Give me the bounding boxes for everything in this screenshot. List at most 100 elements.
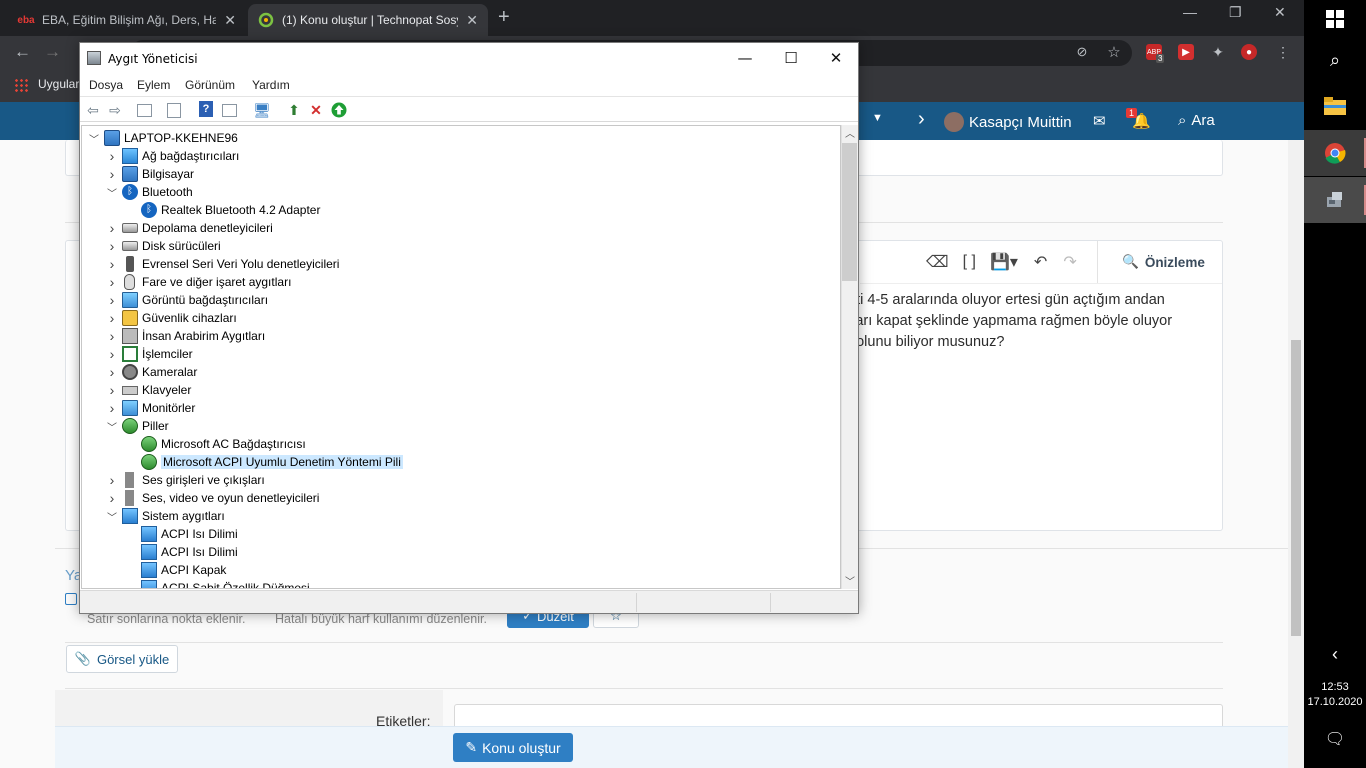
video-extension-icon[interactable]: ▶ — [1178, 44, 1194, 60]
close-browser-icon[interactable]: ✕ — [1274, 4, 1286, 21]
option-checkbox[interactable] — [65, 593, 77, 605]
tree-category[interactable]: › Ses girişleri ve çıkışları — [106, 471, 265, 489]
uninstall-device-icon[interactable]: ✕ — [307, 101, 325, 119]
chevron-right-icon[interactable]: › — [106, 346, 118, 362]
device-manager-icon[interactable] — [1321, 186, 1349, 214]
dropdown-arrow-icon[interactable]: ▼ — [872, 112, 883, 124]
chevron-right-icon[interactable]: › — [106, 238, 118, 254]
close-tab-icon[interactable]: ✕ — [466, 12, 478, 29]
browser-tab-eba[interactable]: eba EBA, Eğitim Bilişim Ağı, Ders, Hab ✕ — [8, 4, 246, 36]
tree-device[interactable]: ACPI Sabit Özellik Düğmesi — [125, 579, 310, 588]
tree-category[interactable]: › İnsan Arabirim Aygıtları — [106, 327, 265, 345]
chevron-right-icon[interactable]: › — [106, 400, 118, 416]
menu-file[interactable]: Dosya — [89, 78, 123, 92]
post-text[interactable]: aati 4-5 aralarında oluyor ertesi gün aç… — [840, 290, 1220, 353]
page-scrollbar-thumb[interactable] — [1291, 340, 1301, 636]
bbcode-brackets-icon[interactable]: [ ] — [963, 253, 976, 271]
update-driver-icon[interactable]: ⬆ — [285, 101, 303, 119]
redo-icon[interactable]: ↷ — [1063, 252, 1076, 272]
upload-image-button[interactable]: 📎 Görsel yükle — [66, 645, 178, 673]
eraser-icon[interactable]: ⌫ — [926, 252, 949, 272]
back-icon[interactable]: ← — [14, 42, 31, 62]
tree-category[interactable]: ﹀ ᛒ Bluetooth — [106, 183, 193, 201]
tree-device[interactable]: ᛒ Realtek Bluetooth 4.2 Adapter — [125, 201, 320, 219]
close-tab-icon[interactable]: ✕ — [224, 12, 236, 29]
save-draft-icon[interactable]: 💾▾ — [990, 252, 1018, 272]
nav-next-icon[interactable]: › — [918, 108, 925, 131]
search-icon[interactable]: ⌕ — [1321, 46, 1349, 74]
bookmark-star-icon[interactable]: ☆ — [1106, 44, 1122, 61]
tree-root[interactable]: ﹀ LAPTOP-KKEHNE96 — [88, 129, 238, 147]
browser-tab-technopat[interactable]: (1) Konu oluştur | Technopat Sosy ✕ — [248, 4, 488, 36]
site-search[interactable]: ⌕ Ara — [1178, 112, 1215, 129]
chevron-down-icon[interactable]: ﹀ — [88, 131, 100, 146]
tree-device[interactable]: Microsoft AC Bağdaştırıcısı — [125, 435, 306, 453]
menu-action[interactable]: Eylem — [137, 78, 170, 92]
device-manager-titlebar[interactable]: Aygıt Yöneticisi — ☐ ✕ — [80, 43, 858, 74]
tree-device[interactable]: ACPI Isı Dilimi — [125, 543, 238, 561]
enable-device-icon[interactable] — [330, 101, 348, 119]
chevron-right-icon[interactable]: › — [106, 382, 118, 398]
chevron-down-icon[interactable]: ﹀ — [106, 509, 118, 524]
tree-category[interactable]: › Ağ bağdaştırıcıları — [106, 147, 239, 165]
chevron-right-icon[interactable]: › — [106, 256, 118, 272]
new-tab-icon[interactable]: + — [498, 6, 510, 29]
properties-icon[interactable] — [167, 103, 181, 118]
tree-category[interactable]: › Kameralar — [106, 363, 197, 381]
show-hide-tree-icon[interactable] — [137, 104, 152, 117]
chevron-right-icon[interactable]: › — [106, 490, 118, 506]
tree-category[interactable]: › Disk sürücüleri — [106, 237, 221, 255]
tree-device[interactable]: ACPI Isı Dilimi — [125, 525, 238, 543]
mail-icon[interactable]: ✉ — [1093, 112, 1106, 130]
menu-help[interactable]: Yardım — [252, 78, 290, 92]
chevron-right-icon[interactable]: › — [106, 328, 118, 344]
tree-category[interactable]: › Depolama denetleyicileri — [106, 219, 273, 237]
scroll-up-icon[interactable]: ︿ — [845, 125, 855, 140]
chevron-down-icon[interactable]: ﹀ — [106, 419, 118, 434]
tree-category[interactable]: › İşlemciler — [106, 345, 193, 363]
apps-grid-icon[interactable] — [14, 78, 28, 92]
chevron-right-icon[interactable]: › — [106, 274, 118, 290]
device-tree[interactable]: ﹀ LAPTOP-KKEHNE96 › Ağ bağdaştırıcıları › B… — [81, 125, 841, 589]
preview-toggle[interactable]: 🔍 Önizleme — [1122, 254, 1205, 270]
chrome-icon[interactable] — [1321, 139, 1349, 167]
tree-category[interactable]: › Monitörler — [106, 399, 195, 417]
chevron-right-icon[interactable]: › — [106, 310, 118, 326]
show-hidden-icons-chevron-icon[interactable]: ‹ — [1321, 640, 1349, 668]
tree-category[interactable]: › Klavyeler — [106, 381, 192, 399]
forward-icon[interactable]: → — [44, 42, 61, 62]
close-icon[interactable]: ✕ — [813, 49, 859, 67]
restore-browser-icon[interactable]: ❐ — [1229, 4, 1242, 21]
chevron-right-icon[interactable]: › — [106, 472, 118, 488]
tree-category[interactable]: › Ses, video ve oyun denetleyicileri — [106, 489, 319, 507]
browser-menu-icon[interactable]: ⋮ — [1275, 44, 1291, 60]
help-icon[interactable]: ? — [199, 101, 213, 117]
extensions-puzzle-icon[interactable]: ✦ — [1210, 44, 1226, 60]
create-topic-button[interactable]: ✎ Konu oluştur — [453, 733, 573, 762]
file-explorer-icon[interactable] — [1321, 92, 1349, 120]
chevron-right-icon[interactable]: › — [106, 166, 118, 182]
windows-start-icon[interactable] — [1321, 5, 1349, 33]
chevron-right-icon[interactable]: › — [106, 220, 118, 236]
menu-view[interactable]: Görünüm — [185, 78, 235, 92]
minimize-browser-icon[interactable]: — — [1183, 4, 1197, 20]
tree-category[interactable]: › Güvenlik cihazları — [106, 309, 237, 327]
tree-device[interactable]: ACPI Kapak — [125, 561, 226, 579]
tree-device[interactable]: Microsoft ACPI Uyumlu Denetim Yöntemi Pi… — [125, 453, 403, 471]
scan-hardware-icon[interactable]: 🖥 — [253, 101, 271, 119]
scroll-down-icon[interactable]: ﹀ — [845, 573, 855, 588]
tree-scrollbar-thumb[interactable] — [842, 143, 857, 281]
tree-category[interactable]: ﹀ Piller — [106, 417, 169, 435]
tree-category[interactable]: › Bilgisayar — [106, 165, 194, 183]
chevron-right-icon[interactable]: › — [106, 148, 118, 164]
chevron-right-icon[interactable]: › — [106, 292, 118, 308]
minimize-icon[interactable]: — — [722, 49, 768, 67]
tree-category[interactable]: ﹀ Sistem aygıtları — [106, 507, 225, 525]
tree-category[interactable]: › Fare ve diğer işaret aygıtları — [106, 273, 291, 291]
maximize-icon[interactable]: ☐ — [768, 49, 814, 67]
view-options-icon[interactable] — [222, 104, 237, 117]
chevron-right-icon[interactable]: › — [106, 364, 118, 380]
undo-icon[interactable]: ↶ — [1034, 252, 1047, 272]
eye-off-icon[interactable]: ⊘ — [1074, 44, 1090, 60]
forward-arrow-icon[interactable]: ⇨ — [106, 101, 124, 119]
